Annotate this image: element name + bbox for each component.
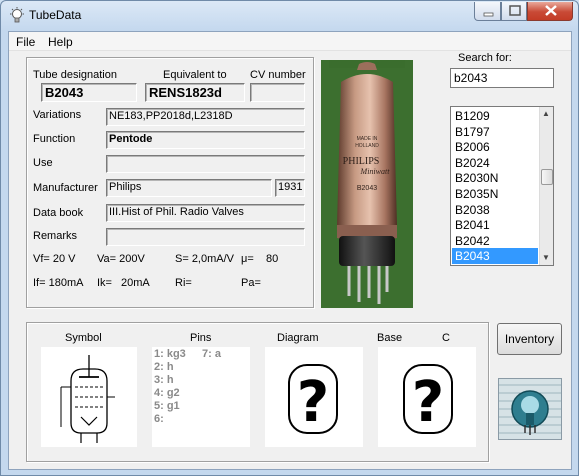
function-field[interactable]: Pentode — [106, 131, 305, 149]
pin-entry: 5: g1 — [154, 400, 180, 412]
list-item[interactable]: B2041 — [452, 217, 538, 233]
ik-label: Ik= — [97, 277, 112, 289]
pin-entry: 2: h — [154, 361, 174, 373]
base-box: ? — [378, 347, 476, 447]
scroll-thumb[interactable] — [541, 169, 553, 185]
base-label: Base — [377, 332, 403, 344]
pin-entry: 6: — [154, 413, 164, 425]
menu-file[interactable]: File — [16, 35, 35, 49]
app-logo — [498, 378, 562, 440]
scroll-up-icon[interactable]: ▲ — [542, 109, 550, 118]
va-value: Va= 200V — [97, 253, 145, 265]
list-item[interactable]: B1209 — [452, 108, 538, 124]
search-label: Search for: — [458, 52, 512, 64]
base-code-label: C — [442, 332, 450, 344]
variations-field[interactable]: NE183,PP2018d,L2318D — [106, 108, 305, 126]
photo-sub: Miniwatt — [360, 167, 391, 176]
cv-number-field[interactable] — [250, 83, 305, 102]
symbol-box — [41, 347, 137, 447]
photo-type: B2043 — [357, 185, 377, 192]
app-window: TubeData File Help Tube designation Equi… — [0, 0, 579, 476]
title-bar[interactable]: TubeData — [1, 1, 578, 31]
client-area: File Help Tube designation Equivalent to… — [8, 31, 572, 470]
manufacturer-label: Manufacturer — [33, 182, 98, 194]
minimize-button[interactable] — [474, 2, 501, 21]
function-label: Function — [33, 133, 76, 145]
pin-entry: 4: g2 — [154, 387, 180, 399]
menu-help[interactable]: Help — [48, 35, 73, 49]
base-question-mark: ? — [412, 370, 444, 435]
tube-logo-icon — [499, 379, 561, 439]
cv-number-label: CV number — [250, 69, 306, 81]
list-item[interactable]: B2038 — [452, 202, 538, 218]
diagram-question-mark: ? — [297, 370, 329, 435]
pa-value: Pa= — [241, 277, 261, 289]
data-book-label: Data book — [33, 207, 84, 219]
remarks-label: Remarks — [33, 230, 78, 242]
photo-brand: PHILIPS — [343, 156, 380, 167]
vf-value: Vf= 20 V — [33, 253, 76, 265]
photo-line1: MADE IN — [357, 136, 378, 142]
tube-designation-label: Tube designation — [33, 69, 117, 81]
photo-line2: HOLLAND — [355, 143, 379, 149]
data-book-field[interactable]: III.Hist of Phil. Radio Valves — [106, 204, 305, 222]
pentode-symbol-icon — [60, 355, 115, 443]
ri-value: Ri= — [175, 277, 192, 289]
mu-value: 80 — [266, 253, 279, 265]
tube-image: MADE IN HOLLAND PHILIPS Miniwatt B2043 — [329, 60, 405, 304]
list-item[interactable]: B1797 — [452, 124, 538, 140]
close-button[interactable] — [527, 2, 573, 21]
close-icon — [545, 5, 557, 16]
mu-label: μ= — [241, 253, 254, 265]
use-field[interactable] — [106, 155, 305, 173]
search-input[interactable] — [450, 68, 554, 88]
scroll-down-icon[interactable]: ▼ — [542, 253, 550, 262]
list-item[interactable]: B2035N — [452, 186, 538, 202]
symbol-label: Symbol — [65, 332, 102, 344]
minimize-icon — [483, 12, 494, 17]
tube-list[interactable]: B1209 B1797 B2006 B2024 B2030N B2035N B2038 B20… — [450, 106, 554, 266]
diagram-box: ? — [265, 347, 363, 447]
use-label: Use — [33, 157, 53, 169]
tube-photo: MADE IN HOLLAND PHILIPS Miniwatt B2043 — [321, 60, 413, 308]
pin-entry: 1: kg3 — [154, 348, 186, 360]
remarks-field[interactable] — [106, 228, 305, 246]
manufacturer-field[interactable]: Philips — [106, 179, 272, 197]
s-value: S= 2,0mA/V — [175, 253, 235, 265]
unknown-diagram-icon: ? — [288, 364, 338, 435]
inventory-button[interactable]: Inventory — [497, 323, 562, 355]
equivalent-to-field[interactable]: RENS1823d — [145, 83, 245, 102]
lightbulb-icon — [10, 7, 24, 23]
maximize-icon — [509, 5, 521, 16]
pins-box: 1: kg3 2: h 3: h 4: g2 5: g1 6: 7: a — [152, 347, 250, 447]
maximize-button[interactable] — [501, 2, 527, 21]
list-scrollbar[interactable]: ▲ ▼ — [539, 107, 553, 265]
list-item[interactable]: B2006 — [452, 139, 538, 155]
tube-designation-field[interactable]: B2043 — [41, 83, 137, 102]
if-value: If= 180mA — [33, 277, 84, 289]
diagram-label: Diagram — [277, 332, 319, 344]
list-item[interactable]: B2024 — [452, 155, 538, 171]
list-item[interactable]: B2030N — [452, 170, 538, 186]
ik-value: 20mA — [121, 277, 150, 289]
menu-bar: File Help — [9, 32, 571, 51]
pins-list: 1: kg3 2: h 3: h 4: g2 5: g1 6: — [154, 348, 186, 426]
pins-label: Pins — [190, 332, 212, 344]
year-field[interactable]: 1931 — [275, 179, 305, 197]
equivalent-to-label: Equivalent to — [163, 69, 227, 81]
list-item[interactable]: B2042 — [452, 233, 538, 249]
list-item[interactable]: B2043 — [452, 248, 538, 265]
window-title: TubeData — [29, 8, 82, 22]
pin-entry: 3: h — [154, 374, 174, 386]
unknown-base-icon: ? — [403, 364, 453, 435]
pin-7: 7: a — [202, 348, 221, 360]
variations-label: Variations — [33, 109, 82, 121]
